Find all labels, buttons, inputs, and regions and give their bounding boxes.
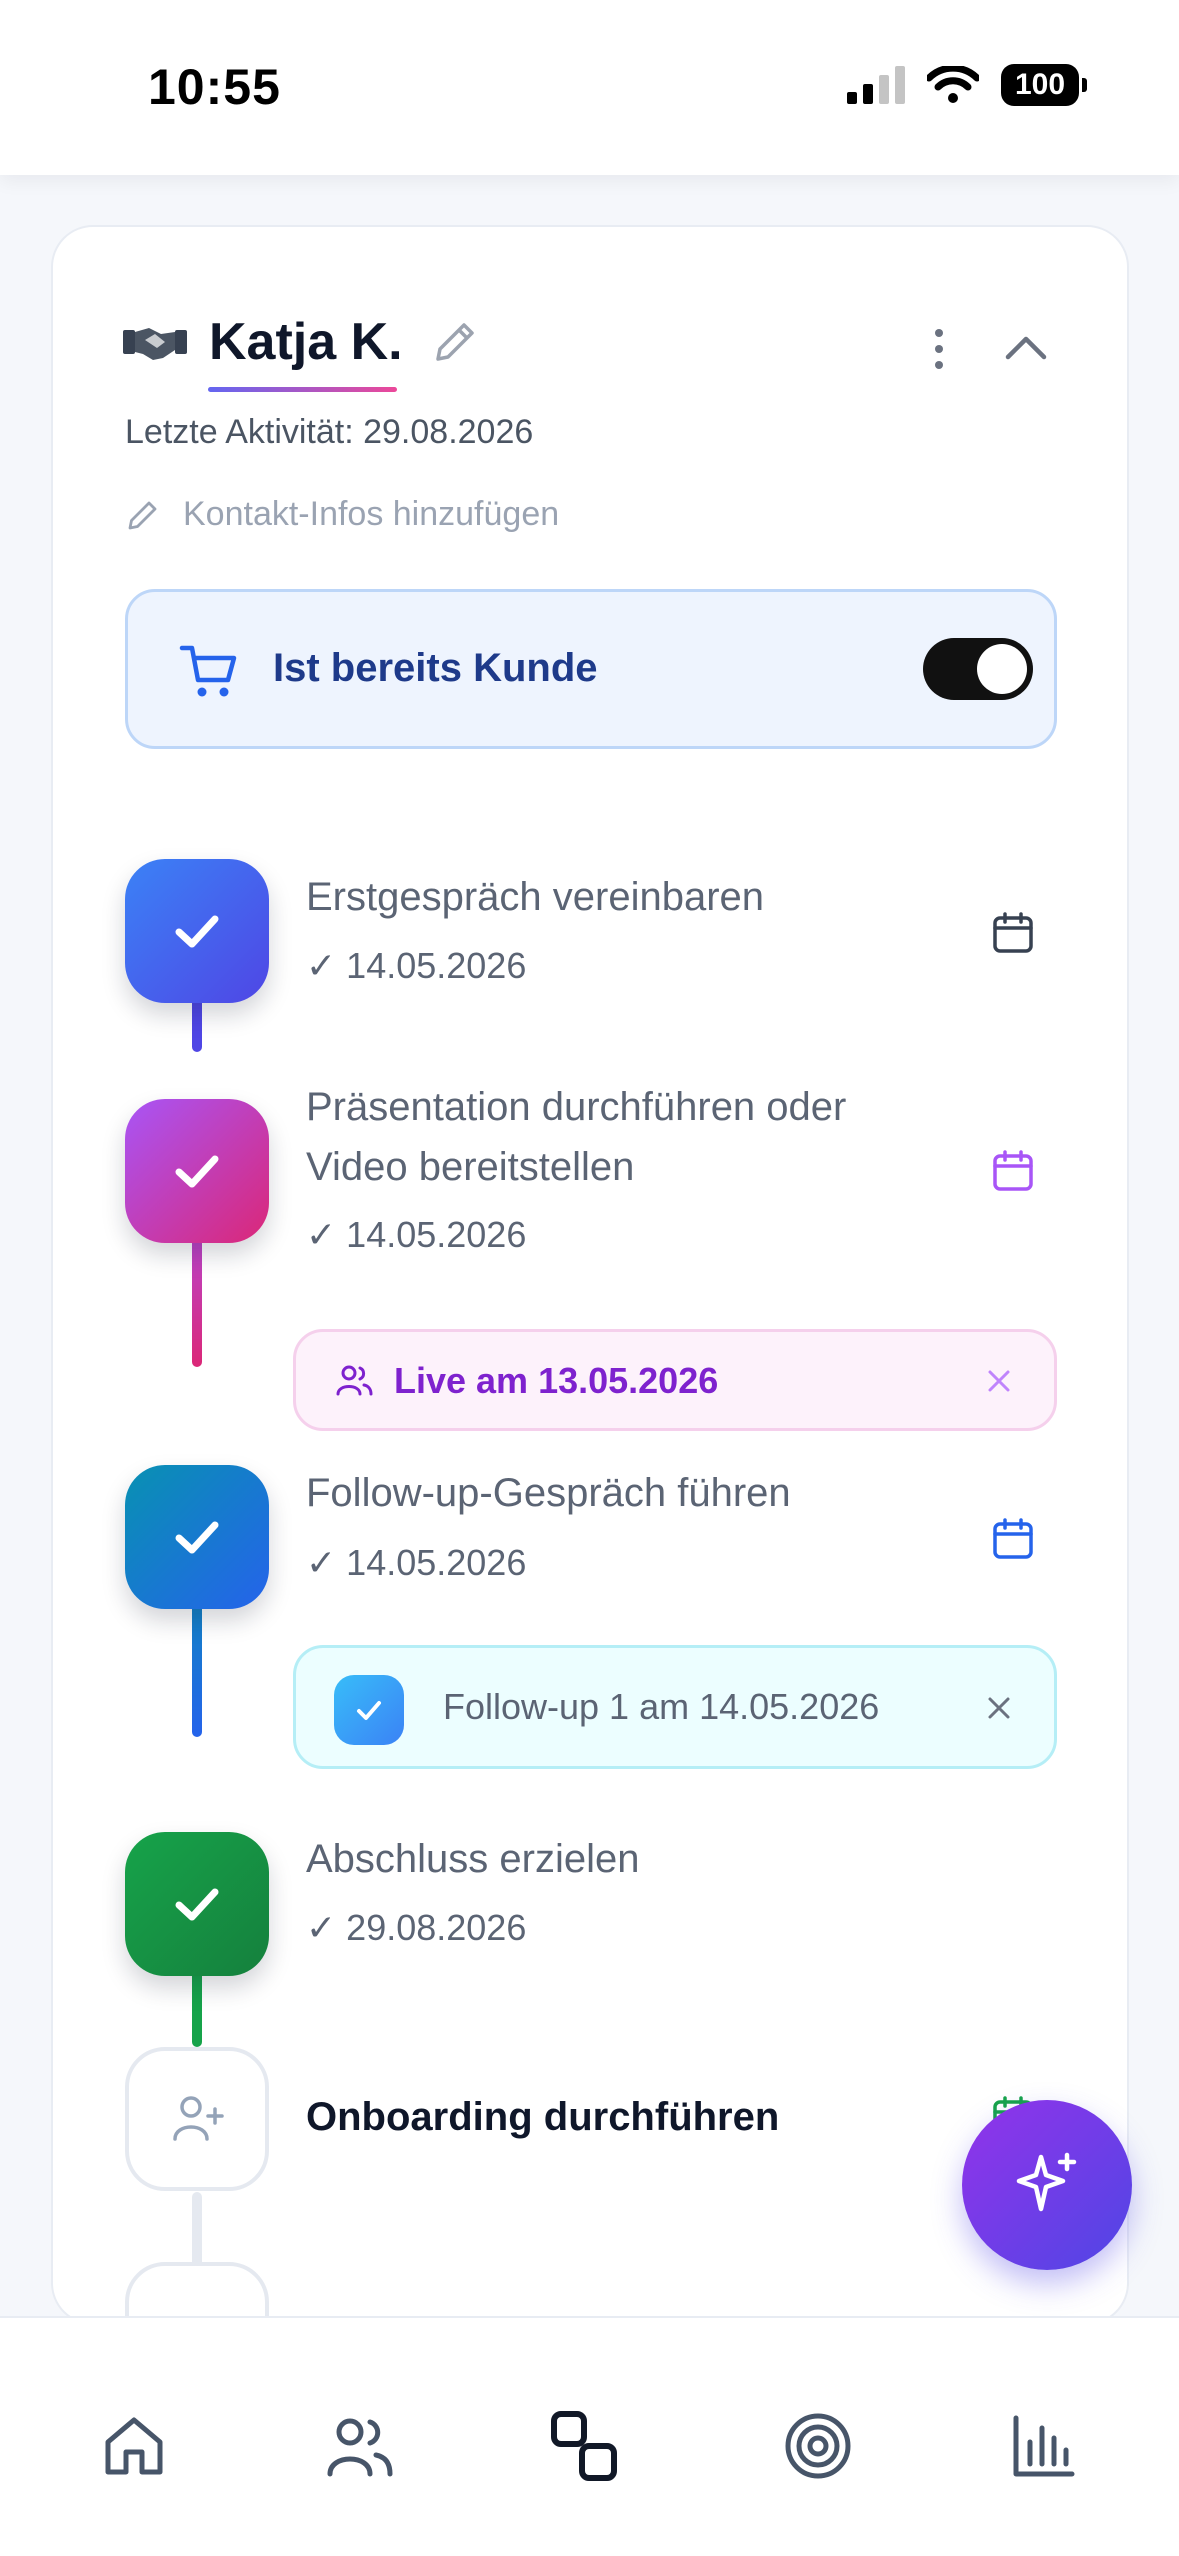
nav-contacts[interactable] bbox=[322, 2408, 398, 2484]
name-underline bbox=[208, 387, 397, 392]
step-2-title-line1: Präsentation durchführen oder bbox=[306, 1085, 847, 1129]
add-contact-info-label: Kontakt-Infos hinzufügen bbox=[183, 495, 560, 533]
pipeline-icon bbox=[551, 2411, 617, 2481]
followup-chip[interactable]: Follow-up 1 am 14.05.2026 bbox=[293, 1645, 1057, 1769]
customer-toggle-box: Ist bereits Kunde bbox=[125, 589, 1057, 749]
customer-toggle-label: Ist bereits Kunde bbox=[273, 646, 598, 690]
live-event-chip[interactable]: Live am 13.05.2026 bbox=[293, 1329, 1057, 1431]
step-2-title-line2: Video bereitstellen bbox=[306, 1145, 635, 1189]
battery-indicator: 100 bbox=[1001, 64, 1087, 106]
step-4-title: Abschluss erzielen bbox=[306, 1837, 640, 1881]
more-vertical-icon[interactable] bbox=[929, 327, 949, 371]
sparkle-icon bbox=[1016, 2152, 1077, 2212]
step-5-title: Onboarding durchführen bbox=[306, 2095, 780, 2139]
step-1-title: Erstgespräch vereinbaren bbox=[306, 875, 765, 919]
cart-icon bbox=[179, 645, 237, 697]
step-3-check[interactable] bbox=[125, 1465, 269, 1609]
nav-goals[interactable] bbox=[780, 2408, 856, 2484]
bottom-navigation bbox=[0, 2316, 1179, 2556]
step-3-date: ✓ 14.05.2026 bbox=[306, 1542, 527, 1583]
cellular-signal-icon bbox=[847, 66, 905, 104]
step-4-date: ✓ 29.08.2026 bbox=[306, 1907, 527, 1948]
handshake-icon bbox=[123, 328, 187, 360]
chevron-up-icon[interactable] bbox=[1003, 332, 1049, 362]
close-icon[interactable] bbox=[984, 1693, 1014, 1723]
stats-icon bbox=[1013, 2415, 1075, 2477]
last-activity: Letzte Aktivität: 29.08.2026 bbox=[125, 413, 534, 451]
check-icon bbox=[175, 1521, 219, 1554]
check-icon bbox=[175, 915, 219, 948]
step-1-check[interactable] bbox=[125, 859, 269, 1003]
close-icon[interactable] bbox=[984, 1366, 1014, 1396]
followup-label: Follow-up 1 am 14.05.2026 bbox=[443, 1686, 880, 1727]
ai-sparkle-button[interactable] bbox=[962, 2100, 1132, 2270]
add-contact-info-link[interactable]: Kontakt-Infos hinzufügen bbox=[125, 495, 559, 534]
step-2-check[interactable] bbox=[125, 1099, 269, 1243]
users-icon bbox=[327, 2418, 393, 2477]
nav-pipeline[interactable] bbox=[548, 2408, 624, 2484]
contact-name: Katja K. bbox=[209, 313, 403, 371]
edit-pencil-icon[interactable] bbox=[430, 317, 480, 367]
target-icon bbox=[785, 2413, 851, 2479]
status-time: 10:55 bbox=[148, 59, 281, 115]
check-icon bbox=[175, 1155, 219, 1188]
step-2-date: ✓ 14.05.2026 bbox=[306, 1214, 527, 1255]
users-icon bbox=[336, 1365, 373, 1396]
check-icon bbox=[175, 1888, 219, 1921]
followup-checkbox[interactable] bbox=[334, 1675, 404, 1745]
status-icons: 100 bbox=[847, 64, 1087, 106]
contact-card: Katja K. Letzte Aktivität: 29.08.2026 Ko… bbox=[51, 225, 1129, 2325]
step-1-date: ✓ 14.05.2026 bbox=[306, 945, 527, 986]
check-icon bbox=[357, 1701, 381, 1720]
calendar-icon[interactable] bbox=[991, 911, 1035, 955]
user-plus-icon bbox=[173, 2096, 224, 2141]
toggle-knob bbox=[977, 644, 1027, 694]
contact-title-row: Katja K. bbox=[123, 312, 403, 372]
calendar-icon[interactable] bbox=[991, 1517, 1035, 1561]
status-bar: 10:55 100 bbox=[0, 0, 1179, 175]
nav-statistics[interactable] bbox=[1006, 2408, 1082, 2484]
nav-home[interactable] bbox=[96, 2408, 172, 2484]
customer-toggle-switch[interactable] bbox=[923, 638, 1033, 700]
step-4-check[interactable] bbox=[125, 1832, 269, 1976]
step-5-empty[interactable] bbox=[125, 2047, 269, 2191]
live-event-label: Live am 13.05.2026 bbox=[394, 1360, 719, 1401]
calendar-icon[interactable] bbox=[991, 1149, 1035, 1193]
pencil-icon bbox=[128, 501, 157, 529]
home-icon bbox=[105, 2417, 163, 2475]
wifi-icon bbox=[927, 66, 979, 103]
step-3-title: Follow-up-Gespräch führen bbox=[306, 1471, 791, 1515]
